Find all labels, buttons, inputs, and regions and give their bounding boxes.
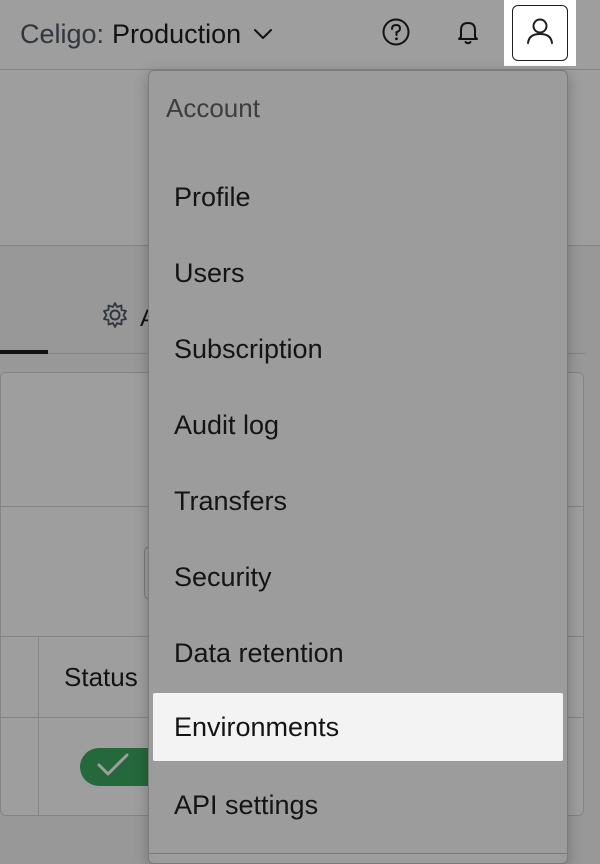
- menu-heading: Account: [166, 93, 260, 123]
- menu-item-subscription[interactable]: Subscription: [153, 315, 563, 383]
- menu-item-environments[interactable]: Environments: [153, 693, 563, 761]
- menu-item-users[interactable]: Users: [153, 239, 563, 307]
- menu-item-api-settings[interactable]: API settings: [153, 771, 563, 839]
- user-icon: [524, 15, 556, 52]
- profile-button[interactable]: [512, 5, 568, 61]
- menu-item-audit-log[interactable]: Audit log: [153, 391, 563, 459]
- menu-item-security[interactable]: Security: [153, 543, 563, 611]
- menu-divider: [149, 853, 567, 854]
- menu-item-transfers[interactable]: Transfers: [153, 467, 563, 535]
- profile-button-highlight: [504, 0, 576, 66]
- account-menu: Account Profile Users Subscription Audit…: [148, 70, 568, 864]
- menu-item-data-retention[interactable]: Data retention: [153, 619, 563, 687]
- menu-item-profile[interactable]: Profile: [153, 163, 563, 231]
